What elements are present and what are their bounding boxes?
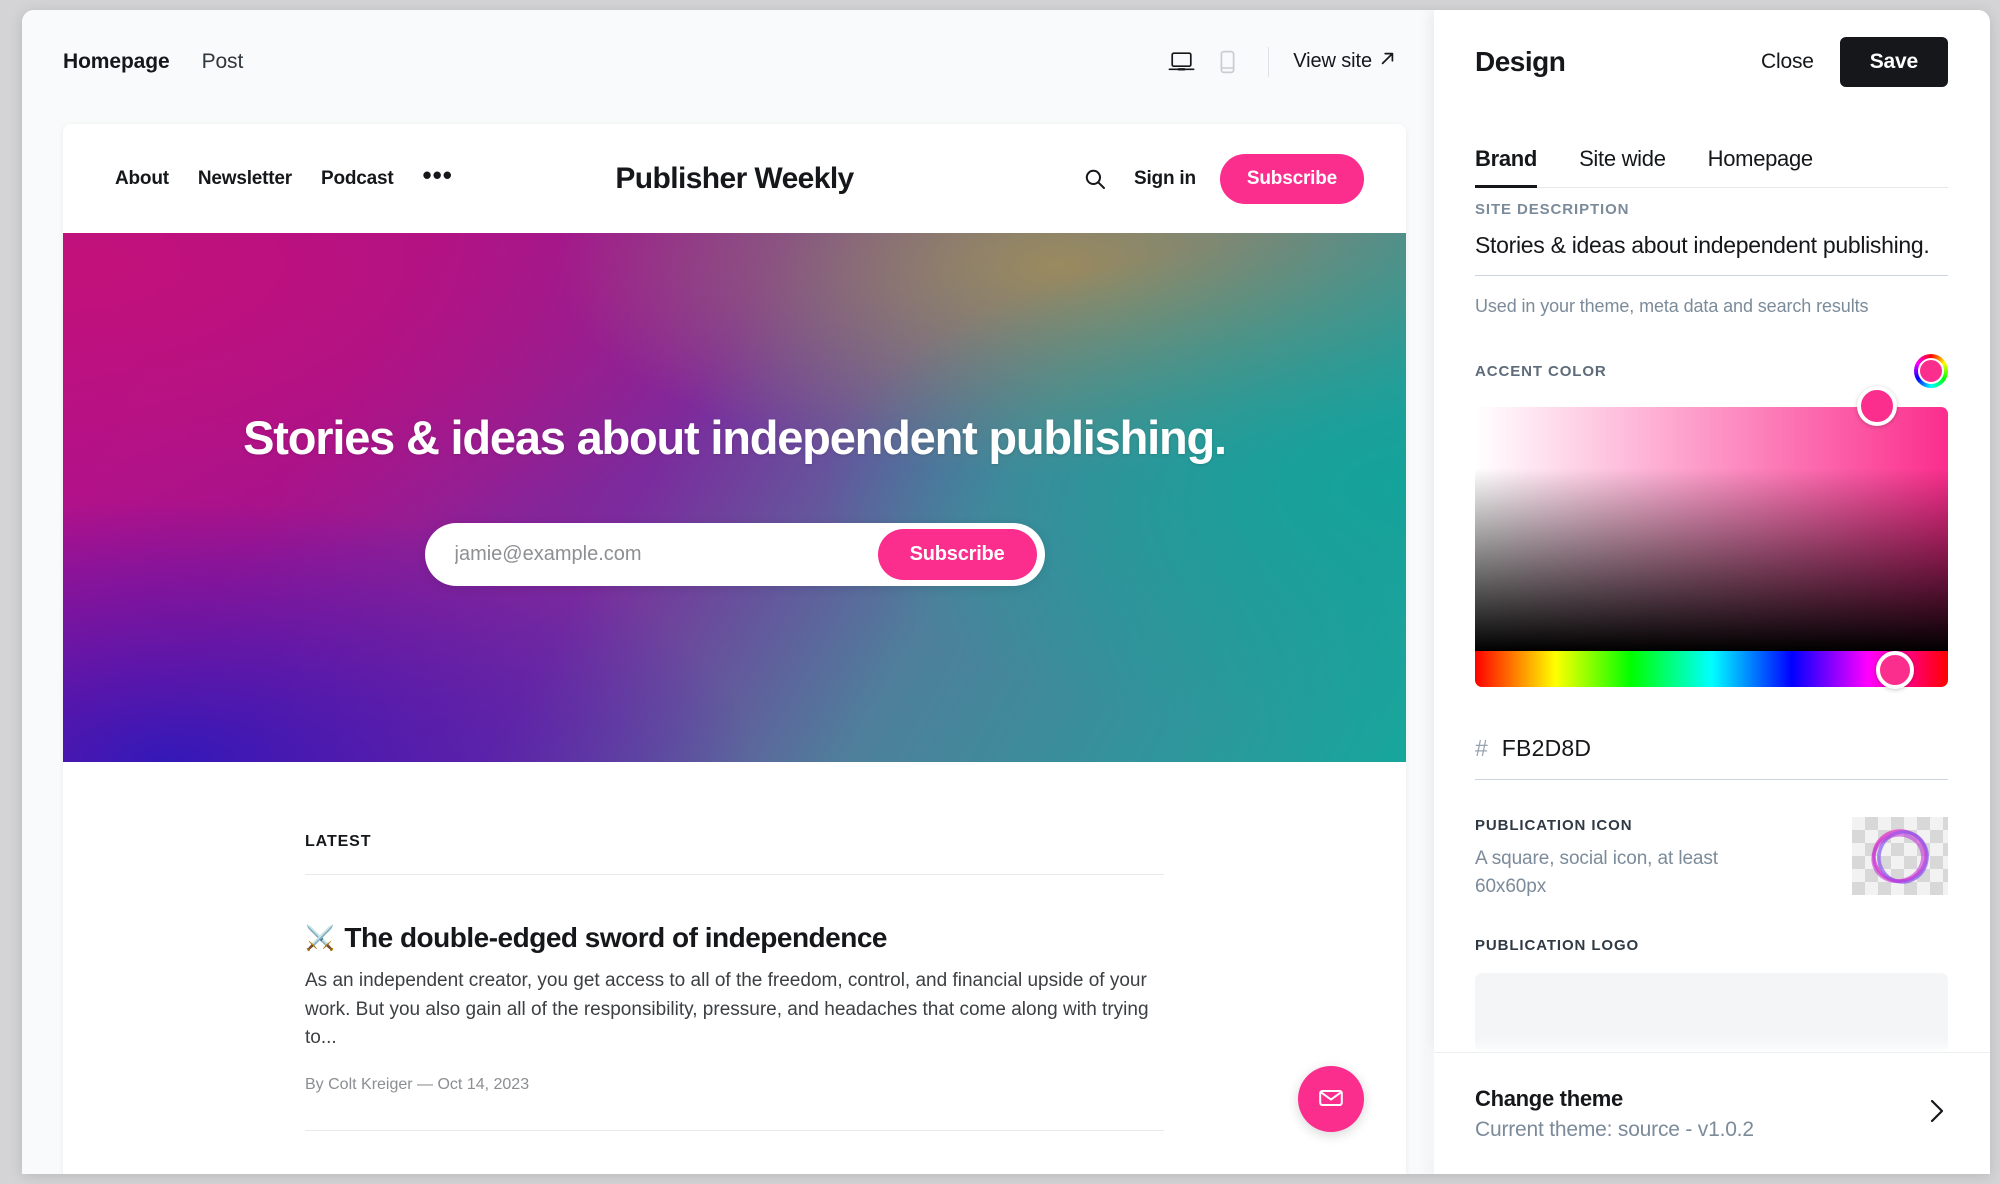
site-nav-link-newsletter[interactable]: Newsletter [198, 168, 292, 190]
design-settings-panel: Design Close Save Brand Site wide Homepa… [1434, 10, 1990, 1174]
hex-prefix: # [1475, 735, 1488, 761]
current-theme-label: Current theme: source - v1.0.2 [1475, 1117, 1754, 1141]
hero-subscribe-button[interactable]: Subscribe [877, 528, 1037, 580]
topbar-divider [1268, 46, 1270, 77]
preview-tab-group: Homepage Post [63, 50, 243, 74]
chevron-right-icon [1926, 1096, 1948, 1131]
tab-homepage[interactable]: Homepage [1708, 146, 1814, 187]
tab-brand[interactable]: Brand [1475, 146, 1537, 188]
post-byline: By Colt Kreiger — Oct 14, 2023 [305, 1075, 530, 1093]
hero-signup-form: Subscribe [424, 522, 1045, 586]
preview-tab-post[interactable]: Post [202, 50, 244, 74]
publication-logo-upload[interactable] [1475, 973, 1948, 1052]
site-navigation: About Newsletter Podcast ••• Publisher W… [63, 124, 1406, 233]
tab-site-wide[interactable]: Site wide [1579, 146, 1666, 187]
publication-icon-text: PUBLICATION ICON A square, social icon, … [1475, 817, 1775, 900]
site-signin-link[interactable]: Sign in [1134, 168, 1196, 190]
laptop-icon[interactable] [1158, 40, 1204, 84]
change-theme-text: Change theme Current theme: source - v1.… [1475, 1086, 1754, 1142]
view-site-label: View site [1293, 50, 1372, 72]
publication-icon-field: PUBLICATION ICON A square, social icon, … [1475, 780, 1948, 900]
post-title-text: The double-edged sword of independence [344, 922, 887, 953]
close-button[interactable]: Close [1761, 50, 1814, 74]
list-item[interactable]: ⚔️ The double-edged sword of independenc… [305, 875, 1164, 1130]
change-theme-title: Change theme [1475, 1085, 1623, 1111]
publication-icon-label: PUBLICATION ICON [1475, 817, 1633, 834]
post-title[interactable]: ⚔️ The double-edged sword of independenc… [305, 922, 1164, 954]
saturation-value-gradient[interactable] [1475, 407, 1948, 651]
hero-section: Stories & ideas about independent publis… [63, 233, 1406, 762]
site-description-help: Used in your theme, meta data and search… [1475, 296, 1869, 316]
accent-color-field: ACCENT COLOR # FB2D8D [1475, 317, 1948, 780]
publication-logo-label: PUBLICATION LOGO [1475, 937, 1640, 955]
accent-color-label: ACCENT COLOR [1475, 362, 1607, 380]
site-preview: About Newsletter Podcast ••• Publisher W… [63, 124, 1406, 1174]
saturation-value-picker[interactable] [1475, 386, 1948, 689]
color-wheel-icon[interactable] [1914, 354, 1948, 388]
panel-header: Design Close Save [1434, 10, 1990, 113]
change-theme-row[interactable]: Change theme Current theme: source - v1.… [1434, 1052, 1990, 1174]
site-description-label: SITE DESCRIPTION [1475, 201, 1630, 218]
panel-tab-group: Brand Site wide Homepage [1475, 146, 1948, 188]
portal-subscribe-button[interactable] [1298, 1066, 1364, 1132]
search-icon[interactable] [1080, 164, 1110, 194]
list-item[interactable]: 🔄 How to access your creativity on deman… [305, 1131, 1164, 1175]
design-editor-window: Homepage Post View site About Newsletter… [22, 10, 1990, 1174]
page-title: Design [1475, 45, 1566, 77]
site-nav-link-about[interactable]: About [115, 168, 169, 190]
hue-slider-handle[interactable] [1876, 651, 1914, 689]
preview-tab-homepage[interactable]: Homepage [63, 50, 170, 74]
save-button[interactable]: Save [1839, 36, 1948, 87]
post-excerpt: As an independent creator, you get acces… [305, 970, 1149, 1048]
feed-section-label: LATEST [305, 833, 372, 850]
hex-color-input[interactable]: # FB2D8D [1475, 711, 1948, 780]
panel-body: SITE DESCRIPTION Stories & ideas about i… [1434, 197, 1990, 1052]
site-subscribe-button[interactable]: Subscribe [1219, 153, 1364, 204]
external-link-icon [1379, 50, 1396, 73]
latest-feed: LATEST ⚔️ The double-edged sword of inde… [63, 762, 1406, 1174]
panel-header-actions: Close Save [1761, 36, 1948, 87]
editor-topbar-actions: View site [1158, 10, 1434, 113]
site-nav-links: About Newsletter Podcast ••• [115, 162, 453, 190]
saturation-value-handle[interactable] [1857, 386, 1897, 426]
publication-icon-thumbnail[interactable] [1852, 817, 1948, 895]
envelope-icon [1316, 1083, 1346, 1116]
feed-list: ⚔️ The double-edged sword of independenc… [305, 874, 1164, 1174]
editor-topbar: Homepage Post View site [22, 10, 1434, 113]
site-nav-more-icon[interactable]: ••• [423, 162, 453, 188]
site-description-field: SITE DESCRIPTION Stories & ideas about i… [1475, 197, 1948, 317]
hero-title: Stories & ideas about independent publis… [243, 410, 1227, 464]
site-nav-actions: Sign in Subscribe [1080, 124, 1364, 233]
hero-email-input[interactable] [424, 542, 878, 566]
hex-value[interactable]: FB2D8D [1502, 735, 1591, 762]
accent-color-header: ACCENT COLOR [1475, 354, 1948, 388]
mobile-icon[interactable] [1204, 40, 1250, 84]
publication-logo-field: PUBLICATION LOGO [1475, 900, 1948, 1052]
site-description-input[interactable]: Stories & ideas about independent publis… [1475, 218, 1948, 276]
publication-icon-help: A square, social icon, at least 60x60px [1475, 848, 1718, 897]
crossed-swords-icon: ⚔️ [305, 924, 335, 952]
site-nav-link-podcast[interactable]: Podcast [321, 168, 394, 190]
view-site-link[interactable]: View site [1293, 50, 1420, 73]
